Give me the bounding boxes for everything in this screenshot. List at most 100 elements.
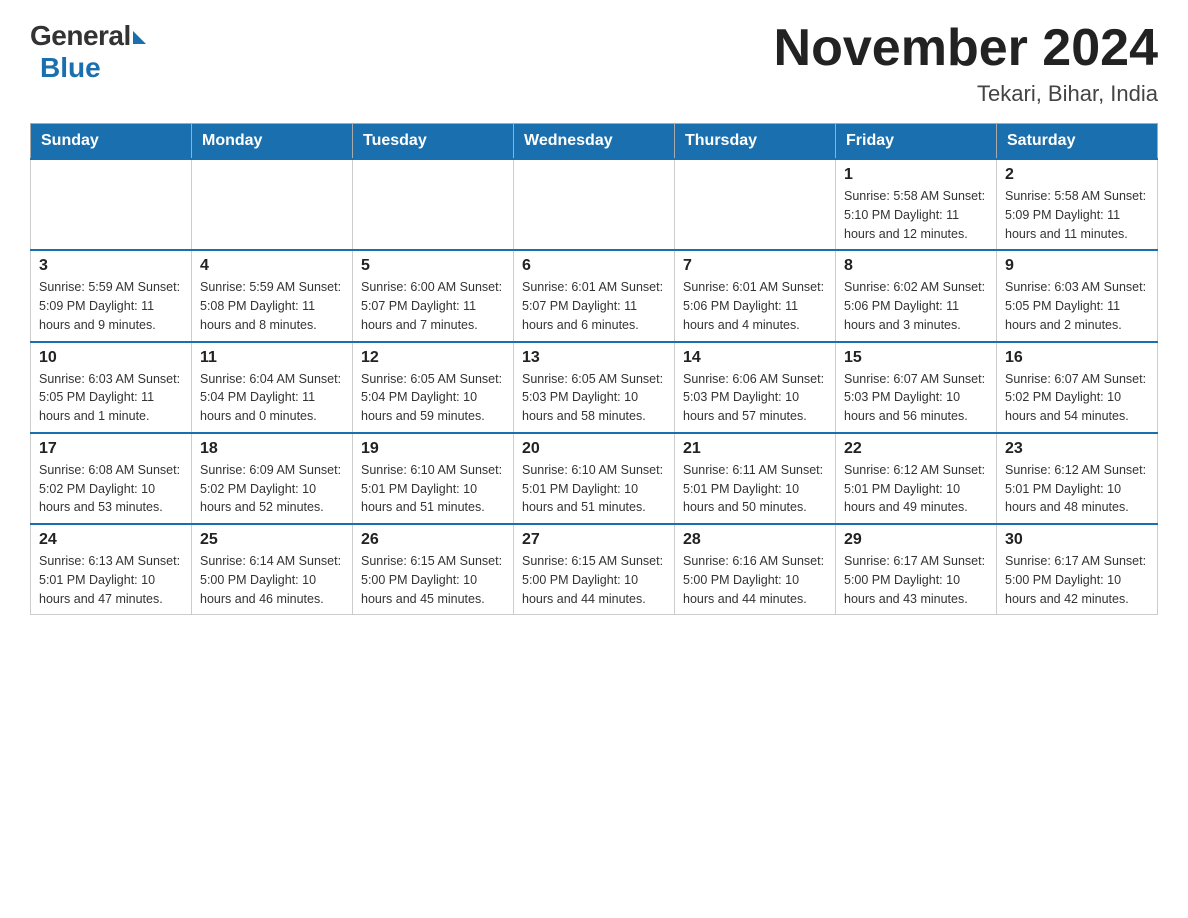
day-info: Sunrise: 6:12 AM Sunset: 5:01 PM Dayligh… bbox=[1005, 461, 1149, 517]
day-info: Sunrise: 6:13 AM Sunset: 5:01 PM Dayligh… bbox=[39, 552, 183, 608]
calendar-week-row: 10Sunrise: 6:03 AM Sunset: 5:05 PM Dayli… bbox=[31, 342, 1158, 433]
day-info: Sunrise: 5:59 AM Sunset: 5:09 PM Dayligh… bbox=[39, 278, 183, 334]
day-number: 16 bbox=[1005, 349, 1149, 367]
day-number: 15 bbox=[844, 349, 988, 367]
day-number: 24 bbox=[39, 531, 183, 549]
day-number: 18 bbox=[200, 440, 344, 458]
calendar-cell bbox=[675, 159, 836, 250]
day-info: Sunrise: 6:09 AM Sunset: 5:02 PM Dayligh… bbox=[200, 461, 344, 517]
calendar-week-row: 1 Sunrise: 5:58 AM Sunset: 5:10 PM Daylig… bbox=[31, 159, 1158, 250]
day-info: Sunrise: 6:10 AM Sunset: 5:01 PM Dayligh… bbox=[522, 461, 666, 517]
day-number: 5 bbox=[361, 257, 505, 275]
day-info: Sunrise: 6:17 AM Sunset: 5:00 PM Dayligh… bbox=[844, 552, 988, 608]
calendar-cell: 27 Sunrise: 6:15 AM Sunset: 5:00 PM Dayli… bbox=[514, 524, 675, 615]
location-subtitle: Tekari, Bihar, India bbox=[774, 81, 1158, 107]
day-info: Sunrise: 6:07 AM Sunset: 5:02 PM Dayligh… bbox=[1005, 370, 1149, 426]
calendar-cell bbox=[514, 159, 675, 250]
month-year-title: November 2024 bbox=[774, 20, 1158, 77]
calendar-cell: 1 Sunrise: 5:58 AM Sunset: 5:10 PM Daylig… bbox=[836, 159, 997, 250]
day-info: Sunrise: 6:15 AM Sunset: 5:00 PM Dayligh… bbox=[522, 552, 666, 608]
calendar-cell: 30 Sunrise: 6:17 AM Sunset: 5:00 PM Dayli… bbox=[997, 524, 1158, 615]
day-number: 6 bbox=[522, 257, 666, 275]
day-number: 2 bbox=[1005, 166, 1149, 184]
day-info: Sunrise: 6:07 AM Sunset: 5:03 PM Dayligh… bbox=[844, 370, 988, 426]
day-info: Sunrise: 6:12 AM Sunset: 5:01 PM Dayligh… bbox=[844, 461, 988, 517]
day-number: 23 bbox=[1005, 440, 1149, 458]
calendar-week-row: 17 Sunrise: 6:08 AM Sunset: 5:02 PM Dayli… bbox=[31, 433, 1158, 524]
day-number: 21 bbox=[683, 440, 827, 458]
day-info: Sunrise: 5:58 AM Sunset: 5:10 PM Dayligh… bbox=[844, 187, 988, 243]
calendar-cell: 2 Sunrise: 5:58 AM Sunset: 5:09 PM Daylig… bbox=[997, 159, 1158, 250]
day-number: 3 bbox=[39, 257, 183, 275]
day-number: 7 bbox=[683, 257, 827, 275]
calendar-cell bbox=[31, 159, 192, 250]
day-number: 22 bbox=[844, 440, 988, 458]
day-number: 20 bbox=[522, 440, 666, 458]
weekday-header-saturday: Saturday bbox=[997, 124, 1158, 160]
day-info: Sunrise: 6:02 AM Sunset: 5:06 PM Dayligh… bbox=[844, 278, 988, 334]
weekday-header-wednesday: Wednesday bbox=[514, 124, 675, 160]
calendar-week-row: 3 Sunrise: 5:59 AM Sunset: 5:09 PM Daylig… bbox=[31, 250, 1158, 341]
calendar-cell: 14 Sunrise: 6:06 AM Sunset: 5:03 PM Dayli… bbox=[675, 342, 836, 433]
calendar-cell: 3 Sunrise: 5:59 AM Sunset: 5:09 PM Daylig… bbox=[31, 250, 192, 341]
day-number: 12 bbox=[361, 349, 505, 367]
day-info: Sunrise: 6:03 AM Sunset: 5:05 PM Dayligh… bbox=[39, 370, 183, 426]
page-header: General Blue November 2024 Tekari, Bihar… bbox=[30, 20, 1158, 107]
calendar-cell: 7 Sunrise: 6:01 AM Sunset: 5:06 PM Daylig… bbox=[675, 250, 836, 341]
day-number: 17 bbox=[39, 440, 183, 458]
day-info: Sunrise: 6:11 AM Sunset: 5:01 PM Dayligh… bbox=[683, 461, 827, 517]
day-number: 14 bbox=[683, 349, 827, 367]
day-number: 9 bbox=[1005, 257, 1149, 275]
day-number: 29 bbox=[844, 531, 988, 549]
day-number: 13 bbox=[522, 349, 666, 367]
calendar-cell: 19Sunrise: 6:10 AM Sunset: 5:01 PM Dayli… bbox=[353, 433, 514, 524]
day-info: Sunrise: 6:05 AM Sunset: 5:03 PM Dayligh… bbox=[522, 370, 666, 426]
day-number: 25 bbox=[200, 531, 344, 549]
day-info: Sunrise: 6:15 AM Sunset: 5:00 PM Dayligh… bbox=[361, 552, 505, 608]
day-info: Sunrise: 5:58 AM Sunset: 5:09 PM Dayligh… bbox=[1005, 187, 1149, 243]
calendar-cell: 5Sunrise: 6:00 AM Sunset: 5:07 PM Daylig… bbox=[353, 250, 514, 341]
calendar-cell: 29 Sunrise: 6:17 AM Sunset: 5:00 PM Dayli… bbox=[836, 524, 997, 615]
day-info: Sunrise: 6:01 AM Sunset: 5:06 PM Dayligh… bbox=[683, 278, 827, 334]
calendar-cell: 9Sunrise: 6:03 AM Sunset: 5:05 PM Daylig… bbox=[997, 250, 1158, 341]
calendar-cell: 28 Sunrise: 6:16 AM Sunset: 5:00 PM Dayli… bbox=[675, 524, 836, 615]
calendar-cell: 12 Sunrise: 6:05 AM Sunset: 5:04 PM Dayli… bbox=[353, 342, 514, 433]
day-number: 19 bbox=[361, 440, 505, 458]
logo-blue-text: Blue bbox=[34, 52, 101, 84]
day-info: Sunrise: 6:16 AM Sunset: 5:00 PM Dayligh… bbox=[683, 552, 827, 608]
calendar-cell bbox=[353, 159, 514, 250]
calendar-cell: 17 Sunrise: 6:08 AM Sunset: 5:02 PM Dayli… bbox=[31, 433, 192, 524]
weekday-header-row: SundayMondayTuesdayWednesdayThursdayFrid… bbox=[31, 124, 1158, 160]
calendar-cell: 8 Sunrise: 6:02 AM Sunset: 5:06 PM Daylig… bbox=[836, 250, 997, 341]
day-info: Sunrise: 6:17 AM Sunset: 5:00 PM Dayligh… bbox=[1005, 552, 1149, 608]
day-number: 11 bbox=[200, 349, 344, 367]
day-number: 8 bbox=[844, 257, 988, 275]
day-number: 27 bbox=[522, 531, 666, 549]
calendar-cell: 18 Sunrise: 6:09 AM Sunset: 5:02 PM Dayli… bbox=[192, 433, 353, 524]
calendar-cell: 10Sunrise: 6:03 AM Sunset: 5:05 PM Dayli… bbox=[31, 342, 192, 433]
day-number: 1 bbox=[844, 166, 988, 184]
day-number: 30 bbox=[1005, 531, 1149, 549]
day-info: Sunrise: 6:05 AM Sunset: 5:04 PM Dayligh… bbox=[361, 370, 505, 426]
day-info: Sunrise: 6:01 AM Sunset: 5:07 PM Dayligh… bbox=[522, 278, 666, 334]
day-info: Sunrise: 6:06 AM Sunset: 5:03 PM Dayligh… bbox=[683, 370, 827, 426]
calendar-cell: 20 Sunrise: 6:10 AM Sunset: 5:01 PM Dayli… bbox=[514, 433, 675, 524]
calendar-cell: 24 Sunrise: 6:13 AM Sunset: 5:01 PM Dayli… bbox=[31, 524, 192, 615]
calendar-cell: 11Sunrise: 6:04 AM Sunset: 5:04 PM Dayli… bbox=[192, 342, 353, 433]
calendar-week-row: 24 Sunrise: 6:13 AM Sunset: 5:01 PM Dayli… bbox=[31, 524, 1158, 615]
calendar-cell bbox=[192, 159, 353, 250]
title-area: November 2024 Tekari, Bihar, India bbox=[774, 20, 1158, 107]
day-number: 28 bbox=[683, 531, 827, 549]
calendar-cell: 22 Sunrise: 6:12 AM Sunset: 5:01 PM Dayli… bbox=[836, 433, 997, 524]
day-info: Sunrise: 6:14 AM Sunset: 5:00 PM Dayligh… bbox=[200, 552, 344, 608]
day-number: 4 bbox=[200, 257, 344, 275]
weekday-header-friday: Friday bbox=[836, 124, 997, 160]
calendar-cell: 21 Sunrise: 6:11 AM Sunset: 5:01 PM Dayli… bbox=[675, 433, 836, 524]
day-info: Sunrise: 5:59 AM Sunset: 5:08 PM Dayligh… bbox=[200, 278, 344, 334]
calendar-cell: 16 Sunrise: 6:07 AM Sunset: 5:02 PM Dayli… bbox=[997, 342, 1158, 433]
logo: General Blue bbox=[30, 20, 146, 84]
calendar-cell: 13 Sunrise: 6:05 AM Sunset: 5:03 PM Dayli… bbox=[514, 342, 675, 433]
day-number: 26 bbox=[361, 531, 505, 549]
day-info: Sunrise: 6:08 AM Sunset: 5:02 PM Dayligh… bbox=[39, 461, 183, 517]
calendar-cell: 4 Sunrise: 5:59 AM Sunset: 5:08 PM Daylig… bbox=[192, 250, 353, 341]
